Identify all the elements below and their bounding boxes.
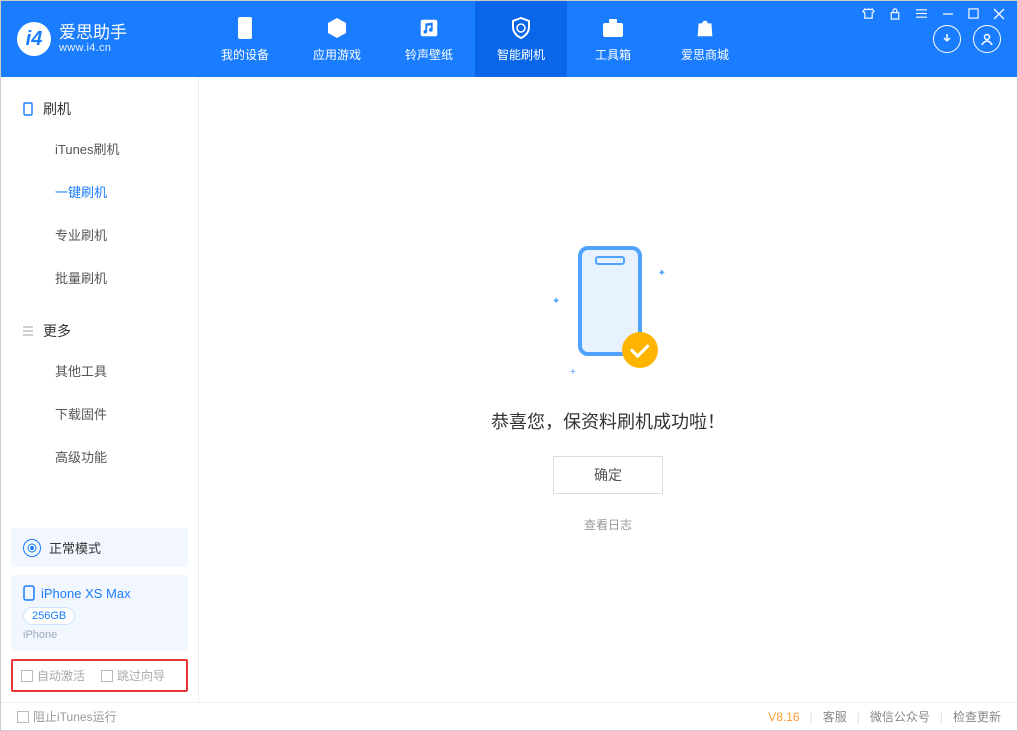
main-content: ✦ ✦ + 恭喜您，保资料刷机成功啦！ 确定 查看日志 <box>199 77 1017 702</box>
footer-right: V8.16 | 客服 | 微信公众号 | 检查更新 <box>768 708 1001 725</box>
device-icon <box>21 102 35 116</box>
sparkle-icon: ✦ <box>552 296 560 307</box>
app-url: www.i4.cn <box>59 42 127 54</box>
logo-text: 爱思助手 www.i4.cn <box>59 24 127 55</box>
shirt-icon[interactable] <box>862 7 875 23</box>
top-nav: 我的设备 应用游戏 铃声壁纸 智能刷机 工具箱 爱思商城 <box>199 1 751 77</box>
header-right-buttons <box>933 25 1001 53</box>
sidebar-section-more: 更多 其他工具 下载固件 高级功能 <box>1 299 198 478</box>
minimize-button[interactable] <box>942 8 954 23</box>
device-name: iPhone XS Max <box>41 586 131 601</box>
checkbox-auto-activate[interactable]: 自动激活 <box>21 667 85 684</box>
sidebar: 刷机 iTunes刷机 一键刷机 专业刷机 批量刷机 更多 其他工具 下载固件 … <box>1 77 199 702</box>
footer-link-support[interactable]: 客服 <box>823 708 847 725</box>
section-title: 刷机 <box>43 99 71 119</box>
sidebar-item-download-firmware[interactable]: 下载固件 <box>1 392 198 435</box>
checkbox-label: 阻止iTunes运行 <box>33 708 117 725</box>
toolbox-icon <box>601 16 625 40</box>
logo-area[interactable]: i4 爱思助手 www.i4.cn <box>1 22 199 56</box>
checkbox-block-itunes[interactable]: 阻止iTunes运行 <box>17 708 117 725</box>
device-storage: 256GB <box>23 607 75 625</box>
window-controls <box>862 7 1005 23</box>
app-name: 爱思助手 <box>59 24 127 43</box>
sparkle-icon: + <box>570 367 576 378</box>
mode-icon <box>23 539 41 557</box>
sparkle-icon: ✦ <box>658 268 666 279</box>
device-type: iPhone <box>23 629 176 641</box>
nav-label: 我的设备 <box>221 46 269 63</box>
mode-label: 正常模式 <box>49 538 101 557</box>
sidebar-section-flash: 刷机 iTunes刷机 一键刷机 专业刷机 批量刷机 <box>1 77 198 299</box>
confirm-button[interactable]: 确定 <box>553 456 663 494</box>
sidebar-item-other-tools[interactable]: 其他工具 <box>1 349 198 392</box>
checkbox-label: 自动激活 <box>37 667 85 684</box>
list-icon <box>21 324 35 338</box>
phone-small-icon <box>23 585 35 601</box>
footer-link-update[interactable]: 检查更新 <box>953 708 1001 725</box>
nav-my-device[interactable]: 我的设备 <box>199 1 291 77</box>
sidebar-item-batch-flash[interactable]: 批量刷机 <box>1 256 198 299</box>
version-label: V8.16 <box>768 710 799 724</box>
lock-icon[interactable] <box>889 7 901 23</box>
refresh-shield-icon <box>509 16 533 40</box>
app-header: i4 爱思助手 www.i4.cn 我的设备 应用游戏 铃声壁纸 智能刷机 工具… <box>1 1 1017 77</box>
nav-apps-games[interactable]: 应用游戏 <box>291 1 383 77</box>
nav-smart-flash[interactable]: 智能刷机 <box>475 1 567 77</box>
nav-label: 应用游戏 <box>313 46 361 63</box>
sidebar-item-pro-flash[interactable]: 专业刷机 <box>1 213 198 256</box>
app-body: 刷机 iTunes刷机 一键刷机 专业刷机 批量刷机 更多 其他工具 下载固件 … <box>1 77 1017 702</box>
sidebar-item-oneclick-flash[interactable]: 一键刷机 <box>1 170 198 213</box>
mode-card[interactable]: 正常模式 <box>11 528 188 567</box>
device-card[interactable]: iPhone XS Max 256GB iPhone <box>11 575 188 651</box>
nav-label: 工具箱 <box>595 46 631 63</box>
phone-icon <box>233 16 257 40</box>
section-title: 更多 <box>43 321 71 341</box>
checkbox-label: 跳过向导 <box>117 667 165 684</box>
nav-label: 智能刷机 <box>497 46 545 63</box>
flash-options-highlight: 自动激活 跳过向导 <box>11 659 188 692</box>
nav-label: 铃声壁纸 <box>405 46 453 63</box>
footer-link-wechat[interactable]: 微信公众号 <box>870 708 930 725</box>
nav-ringtones-wallpapers[interactable]: 铃声壁纸 <box>383 1 475 77</box>
checkbox-skip-guide[interactable]: 跳过向导 <box>101 667 165 684</box>
menu-icon[interactable] <box>915 8 928 22</box>
user-button[interactable] <box>973 25 1001 53</box>
sidebar-header-flash: 刷机 <box>1 91 198 127</box>
sidebar-item-itunes-flash[interactable]: iTunes刷机 <box>1 127 198 170</box>
view-log-link[interactable]: 查看日志 <box>584 516 632 533</box>
status-bar: 阻止iTunes运行 V8.16 | 客服 | 微信公众号 | 检查更新 <box>1 702 1017 730</box>
close-button[interactable] <box>993 8 1005 23</box>
maximize-button[interactable] <box>968 8 979 22</box>
music-note-icon <box>417 16 441 40</box>
nav-label: 爱思商城 <box>681 46 729 63</box>
nav-toolbox[interactable]: 工具箱 <box>567 1 659 77</box>
bag-icon <box>693 16 717 40</box>
logo-icon: i4 <box>17 22 51 56</box>
success-illustration: ✦ ✦ + <box>548 246 668 386</box>
sidebar-header-more: 更多 <box>1 313 198 349</box>
check-badge-icon <box>622 332 658 368</box>
sidebar-item-advanced[interactable]: 高级功能 <box>1 435 198 478</box>
sidebar-bottom: 正常模式 iPhone XS Max 256GB iPhone 自动激活 跳过向… <box>1 518 198 702</box>
cube-icon <box>325 16 349 40</box>
download-button[interactable] <box>933 25 961 53</box>
success-message: 恭喜您，保资料刷机成功啦！ <box>491 408 725 434</box>
nav-store[interactable]: 爱思商城 <box>659 1 751 77</box>
